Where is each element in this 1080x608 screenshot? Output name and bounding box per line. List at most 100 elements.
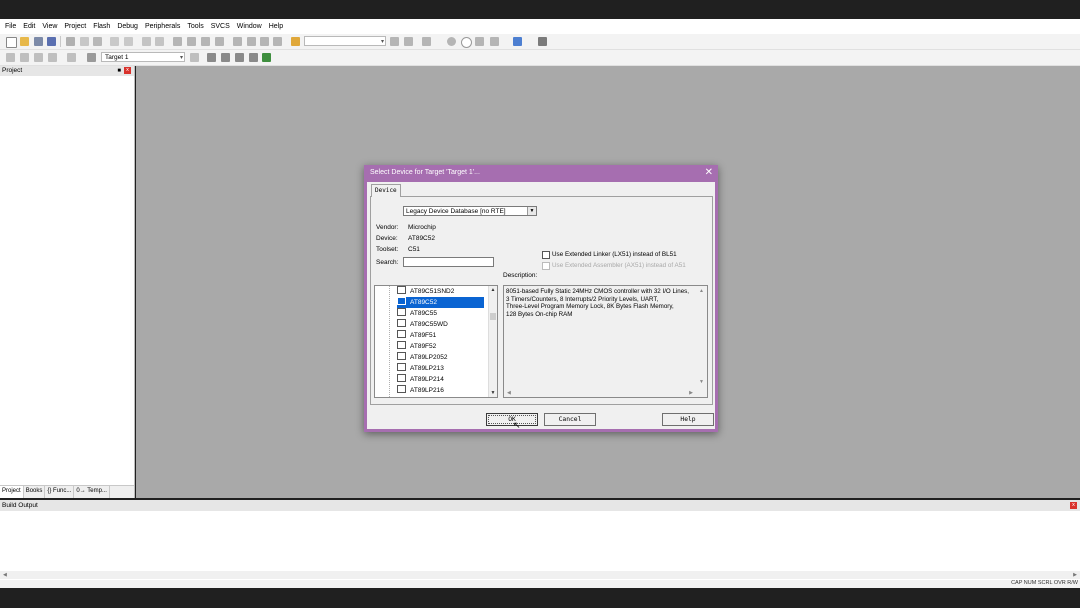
next-bookmark-icon[interactable] [201, 37, 210, 46]
tab-functions[interactable]: {} Func... [45, 486, 75, 498]
build-output-horizontal-scrollbar[interactable]: ◀ ▶ [0, 571, 1080, 579]
device-item-at89f52[interactable]: AT89F52 [397, 341, 484, 352]
rebuild-icon[interactable] [34, 53, 43, 62]
manage-components-icon[interactable] [221, 53, 230, 62]
download-icon[interactable] [48, 53, 57, 62]
menu-edit[interactable]: Edit [23, 23, 35, 30]
menu-help[interactable]: Help [269, 23, 283, 30]
menu-debug[interactable]: Debug [117, 23, 138, 30]
save-all-icon[interactable] [47, 37, 56, 46]
menu-window[interactable]: Window [237, 23, 262, 30]
device-item-at89lp213[interactable]: AT89LP213 [397, 363, 484, 374]
window-layout-icon[interactable] [490, 37, 499, 46]
device-item-at89c51snd2[interactable]: AT89C51SND2 [397, 286, 484, 297]
device-item-at89c55wd[interactable]: AT89C55WD [397, 319, 484, 330]
scroll-left-icon[interactable]: ◀ [3, 572, 7, 578]
menu-peripherals[interactable]: Peripherals [145, 23, 180, 30]
target-combo[interactable]: Target 1 ▾ [101, 52, 185, 62]
tab-device[interactable]: Device [371, 184, 401, 197]
tab-templates[interactable]: 0→ Temp... [74, 486, 110, 498]
project-panel-close-icon[interactable]: x [124, 67, 131, 74]
cancel-button[interactable]: Cancel [544, 413, 596, 426]
rte-green-icon[interactable] [262, 53, 271, 62]
build-output-panel: Build Output x ◀ ▶ CAP NUM SCRL OVR R/W [0, 500, 1080, 588]
find-icon[interactable] [390, 37, 399, 46]
prev-bookmark-icon[interactable] [187, 37, 196, 46]
tab-project[interactable]: Project [0, 486, 24, 498]
chip-icon [397, 286, 406, 294]
scroll-down-icon[interactable]: ▼ [489, 389, 497, 397]
save-icon[interactable] [34, 37, 43, 46]
menu-svcs[interactable]: SVCS [211, 23, 230, 30]
target-options-icon[interactable] [87, 53, 96, 62]
scroll-thumb[interactable] [490, 313, 496, 320]
pin-icon[interactable]: ■ [117, 66, 121, 76]
scroll-up-icon[interactable]: ▲ [699, 288, 704, 294]
device-item-at89lp214[interactable]: AT89LP214 [397, 374, 484, 385]
device-item-at89c55[interactable]: AT89C55 [397, 308, 484, 319]
menu-tools[interactable]: Tools [187, 23, 203, 30]
build-output-close-icon[interactable]: x [1070, 502, 1077, 509]
disable-breakpoint-icon[interactable] [461, 37, 472, 48]
select-packs-icon[interactable] [235, 53, 244, 62]
kill-breakpoints-icon[interactable] [475, 37, 484, 46]
paste-icon[interactable] [93, 37, 102, 46]
device-item-at89lp216[interactable]: AT89LP216 [397, 385, 484, 396]
scroll-up-icon[interactable]: ▲ [489, 286, 497, 294]
navigate-back-icon[interactable] [142, 37, 151, 46]
file-extensions-icon[interactable] [207, 53, 216, 62]
ok-button[interactable]: OK [486, 413, 538, 426]
scroll-left-icon[interactable]: ◀ [507, 390, 511, 396]
menu-file[interactable]: File [5, 23, 16, 30]
build-output-header: Build Output x [0, 500, 1080, 511]
device-item-label: AT89C51SND2 [410, 288, 455, 295]
use-extended-linker-checkbox[interactable] [542, 251, 550, 259]
options-magic-wand-icon[interactable] [190, 53, 199, 62]
tab-books[interactable]: Books [24, 486, 46, 498]
unindent-icon[interactable] [247, 37, 256, 46]
device-tree-scrollbar[interactable]: ▲ ▼ [488, 286, 497, 397]
stop-build-icon[interactable] [67, 53, 76, 62]
dialog-close-icon[interactable]: ✕ [705, 167, 713, 178]
scroll-down-icon[interactable]: ▼ [699, 379, 704, 385]
find-in-files-icon[interactable] [291, 37, 300, 46]
scroll-right-icon[interactable]: ▶ [1073, 572, 1077, 578]
copy-icon[interactable] [80, 37, 89, 46]
chevron-down-icon[interactable]: ▼ [527, 207, 536, 215]
device-database-select[interactable]: Legacy Device Database [no RTE] ▼ [403, 206, 537, 216]
menu-project[interactable]: Project [64, 23, 86, 30]
find-combo[interactable]: ▾ [304, 36, 386, 46]
device-label: Device: [376, 235, 398, 242]
new-file-icon[interactable] [6, 37, 17, 48]
incremental-find-icon[interactable] [404, 37, 413, 46]
indent-icon[interactable] [233, 37, 242, 46]
device-item-at89c52[interactable]: AT89C52 [397, 297, 484, 308]
device-item-at89f51[interactable]: AT89F51 [397, 330, 484, 341]
debug-session-icon[interactable] [422, 37, 431, 46]
help-button[interactable]: Help [662, 413, 714, 426]
tools-wrench-icon[interactable] [538, 37, 547, 46]
open-folder-icon[interactable] [20, 37, 29, 46]
menu-flash[interactable]: Flash [93, 23, 110, 30]
device-item-at89lp2052[interactable]: AT89LP2052 [397, 352, 484, 363]
redo-icon[interactable] [124, 37, 133, 46]
build-icon[interactable] [20, 53, 29, 62]
menu-view[interactable]: View [42, 23, 57, 30]
breakpoint-icon[interactable] [447, 37, 456, 46]
scroll-right-icon[interactable]: ▶ [689, 390, 693, 396]
uncomment-icon[interactable] [273, 37, 282, 46]
toolset-label: Toolset: [376, 246, 399, 253]
device-tree[interactable]: AT89C51SND2 AT89C52 AT89C55 AT89C55WD AT… [374, 285, 498, 398]
clear-bookmarks-icon[interactable] [215, 37, 224, 46]
pack-installer-icon[interactable] [249, 53, 258, 62]
bookmark-icon[interactable] [173, 37, 182, 46]
translate-icon[interactable] [6, 53, 15, 62]
target-combo-value: Target 1 [105, 54, 129, 61]
undo-icon[interactable] [110, 37, 119, 46]
configure-icon[interactable] [513, 37, 522, 46]
navigate-forward-icon[interactable] [155, 37, 164, 46]
project-panel-header: Project ■ x [0, 66, 134, 76]
cut-icon[interactable] [66, 37, 75, 46]
device-search-input[interactable] [403, 257, 494, 267]
comment-icon[interactable] [260, 37, 269, 46]
